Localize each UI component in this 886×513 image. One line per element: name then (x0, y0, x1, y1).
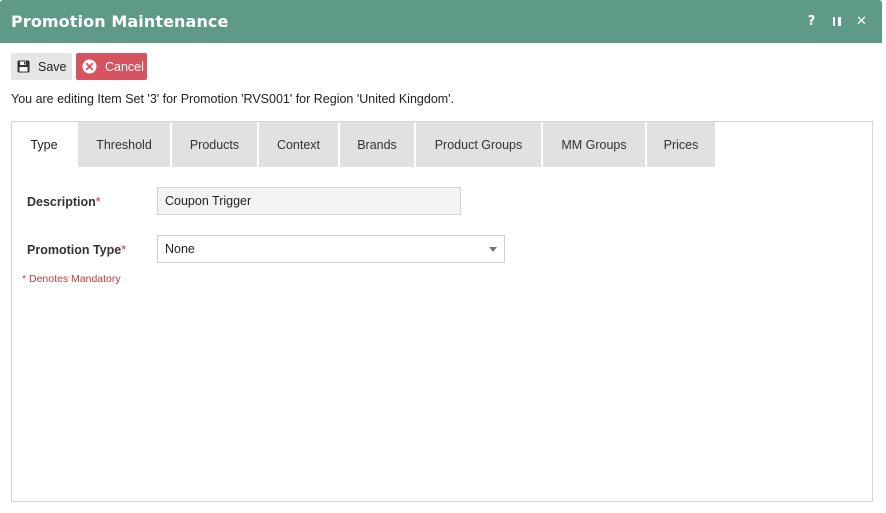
mandatory-note: * Denotes Mandatory (22, 273, 121, 285)
pause-button[interactable] (824, 12, 849, 30)
promotion-type-value: None (165, 242, 195, 256)
description-label: Description (27, 195, 96, 209)
dropdown-caret-icon (489, 247, 497, 252)
tab-context[interactable]: Context (259, 122, 340, 167)
description-label-row: Description* (27, 195, 101, 209)
promotion-type-label: Promotion Type (27, 243, 122, 257)
tab-panel: Type Threshold Products Context Brands P… (11, 121, 873, 502)
cancel-circle-icon (82, 59, 97, 74)
cancel-label: Cancel (105, 59, 144, 74)
tab-product-groups[interactable]: Product Groups (416, 122, 543, 167)
close-button[interactable]: ✕ (849, 12, 874, 30)
promotion-type-label-row: Promotion Type* (27, 243, 126, 257)
save-label: Save (38, 59, 67, 74)
toolbar: Save Cancel (11, 53, 147, 80)
tab-type[interactable]: Type (12, 122, 78, 167)
floppy-disk-icon (17, 60, 30, 73)
tab-threshold[interactable]: Threshold (78, 122, 172, 167)
tab-bar: Type Threshold Products Context Brands P… (12, 122, 717, 167)
help-button[interactable]: ? (799, 12, 824, 30)
description-field[interactable] (157, 187, 461, 215)
cancel-button[interactable]: Cancel (76, 53, 147, 80)
title-bar: Promotion Maintenance ? ✕ (0, 0, 882, 43)
tab-products[interactable]: Products (172, 122, 259, 167)
window-title: Promotion Maintenance (11, 12, 229, 31)
required-marker: * (121, 243, 127, 257)
required-marker: * (95, 195, 101, 209)
editing-info-text: You are editing Item Set '3' for Promoti… (11, 92, 455, 106)
pause-icon (831, 16, 842, 26)
tab-mm-groups[interactable]: MM Groups (543, 122, 647, 167)
tab-brands[interactable]: Brands (340, 122, 416, 167)
save-button[interactable]: Save (11, 53, 72, 80)
promotion-type-select[interactable]: None (157, 235, 505, 263)
tab-prices[interactable]: Prices (647, 122, 717, 167)
